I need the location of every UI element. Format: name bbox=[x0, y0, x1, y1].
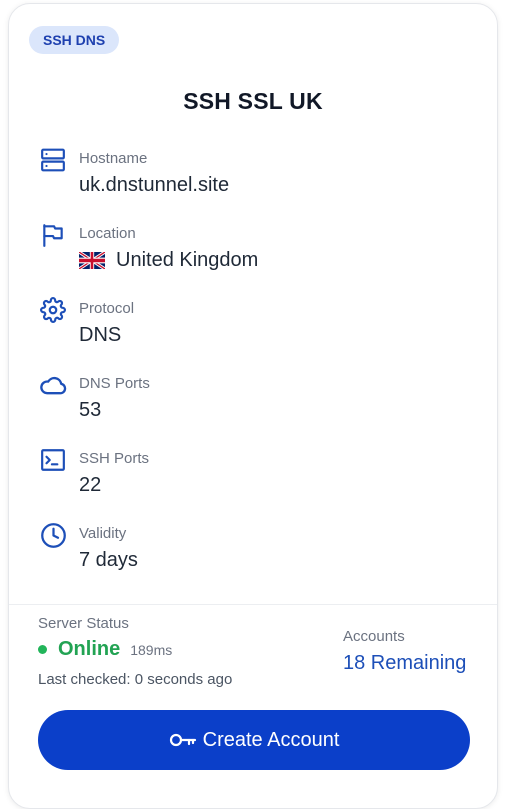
dns-ports-value: 53 bbox=[79, 399, 101, 422]
validity-text: 7 days bbox=[79, 549, 138, 571]
validity-label: Validity bbox=[79, 525, 127, 542]
gear-icon bbox=[39, 296, 67, 324]
server-card: SSH DNS SSH SSL UK Hostname uk.dnstunnel… bbox=[8, 3, 498, 809]
terminal-icon bbox=[39, 446, 67, 474]
location-label: Location bbox=[79, 225, 136, 242]
uk-flag-icon bbox=[79, 252, 105, 269]
dns-ports-text: 53 bbox=[79, 399, 102, 421]
detail-dns-ports: DNS Ports 53 bbox=[39, 371, 477, 446]
status-dot-icon bbox=[38, 645, 47, 654]
hostname-value: uk.dnstunnel.site bbox=[79, 174, 229, 197]
accounts-label: Accounts bbox=[343, 628, 405, 645]
status-text: Online bbox=[58, 638, 121, 660]
hostname-text: uk.dnstunnel.site bbox=[79, 174, 230, 196]
ssh-ports-text: 22 bbox=[79, 474, 102, 496]
server-title: SSH SSL UK bbox=[183, 88, 323, 114]
server-status-label: Server Status bbox=[38, 615, 129, 632]
ssh-ports-value: 22 bbox=[79, 474, 101, 497]
detail-hostname: Hostname uk.dnstunnel.site bbox=[39, 146, 477, 221]
key-icon bbox=[169, 730, 197, 750]
validity-value: 7 days bbox=[79, 549, 138, 572]
ssh-ports-label: SSH Ports bbox=[79, 450, 150, 467]
status-divider bbox=[9, 604, 497, 605]
location-text: United Kingdom bbox=[116, 249, 259, 271]
location-value: United Kingdom bbox=[79, 249, 258, 272]
detail-location: Location United Kingdom bbox=[39, 221, 477, 296]
detail-validity: Validity 7 days bbox=[39, 521, 477, 596]
server-details: Hostname uk.dnstunnel.site Location Unit… bbox=[39, 146, 477, 596]
cloud-icon bbox=[39, 371, 67, 399]
clock-icon bbox=[39, 521, 67, 549]
dns-ports-label: DNS Ports bbox=[79, 375, 150, 392]
protocol-badge: SSH DNS bbox=[29, 26, 120, 54]
hostname-label: Hostname bbox=[79, 150, 148, 167]
protocol-value: DNS bbox=[79, 324, 121, 347]
latency-value: 189ms bbox=[130, 642, 173, 658]
detail-ssh-ports: SSH Ports 22 bbox=[39, 446, 477, 521]
detail-protocol: Protocol DNS bbox=[39, 296, 477, 371]
server-icon bbox=[39, 146, 67, 174]
create-account-label: Create Account bbox=[202, 728, 340, 751]
create-account-button[interactable]: Create Account bbox=[38, 710, 470, 770]
protocol-label: Protocol bbox=[79, 300, 135, 317]
flag-icon bbox=[39, 221, 67, 249]
last-checked: Last checked: 0 seconds ago bbox=[38, 671, 233, 688]
accounts-remaining: 18 Remaining bbox=[343, 652, 467, 674]
server-status: Online 189ms bbox=[38, 638, 172, 661]
protocol-text: DNS bbox=[79, 324, 122, 346]
